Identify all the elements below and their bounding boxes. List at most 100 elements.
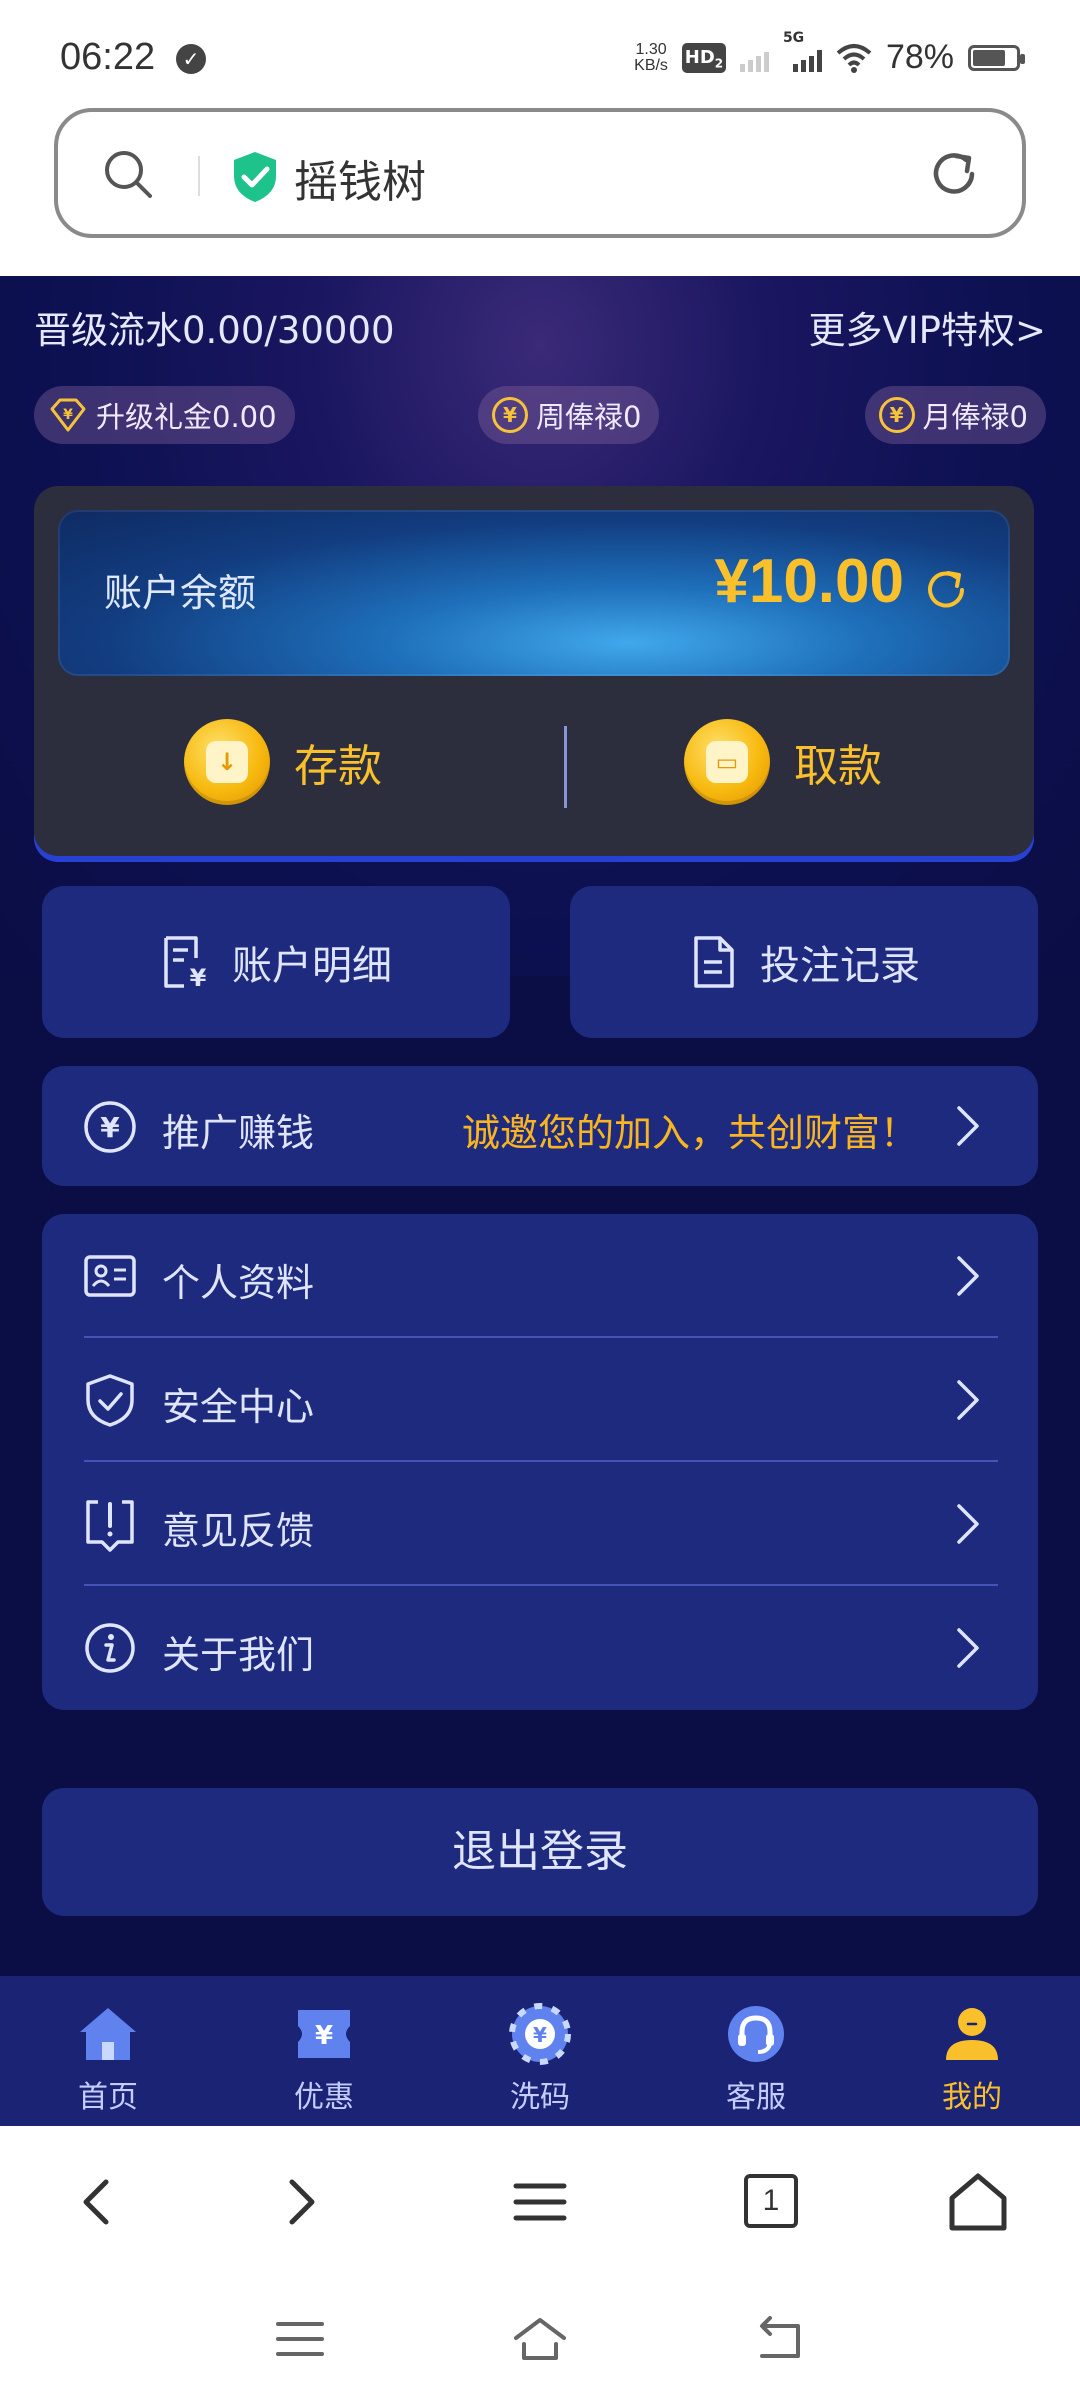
address-bar[interactable]: 摇钱树 — [54, 108, 1026, 238]
user-icon — [946, 2008, 998, 2060]
menu-item-label: 关于我们 — [162, 1633, 315, 1677]
chip-icon: ¥ — [509, 2003, 571, 2065]
yen-circle-icon: ¥ — [84, 1101, 136, 1153]
menu-item-label: 意见反馈 — [162, 1509, 315, 1553]
network-speed: 1.30 KB/s — [634, 40, 668, 74]
promote-earn-label: 推广赚钱 — [162, 1111, 315, 1155]
yen-coin-icon: ¥ — [492, 397, 528, 433]
hd-sub-label: 2 — [714, 56, 724, 71]
account-detail-button[interactable]: ¥ 账户明细 — [42, 886, 510, 1038]
tab-customer-service[interactable]: 客服 — [648, 1976, 864, 2126]
tab-home[interactable]: 首页 — [0, 1976, 216, 2126]
recent-apps-icon[interactable] — [272, 2314, 328, 2364]
settings-menu: 个人资料 安全中心 意见反馈 关于我们 — [42, 1214, 1038, 1710]
tab-rebate[interactable]: ¥ 洗码 — [432, 1976, 648, 2126]
menu-item-about[interactable]: 关于我们 — [42, 1586, 1038, 1710]
hd-voice-icon: HD2 — [681, 42, 726, 73]
balance-amount: ¥10.00 — [714, 547, 904, 616]
network-speed-unit: KB/s — [634, 56, 668, 74]
document-icon — [694, 936, 734, 988]
battery-icon — [968, 44, 1025, 71]
tab-label: 洗码 — [510, 2080, 570, 2115]
tab-label: 客服 — [726, 2080, 786, 2115]
menu-item-feedback[interactable]: 意见反馈 — [42, 1462, 1038, 1586]
wallet-divider — [564, 726, 567, 808]
browser-toolbar: 1 — [0, 2126, 1080, 2276]
promote-earn-row[interactable]: ¥ 推广赚钱 诚邀您的加入，共创财富！ — [42, 1066, 1038, 1186]
tab-label: 我的 — [942, 2080, 1002, 2115]
system-navigation-bar — [0, 2276, 1080, 2400]
withdraw-button[interactable]: ▭ 取款 — [684, 712, 882, 812]
vip-progress-text: 晋级流水0.00/30000 — [34, 309, 395, 352]
menu-item-label: 安全中心 — [162, 1385, 315, 1429]
info-icon — [85, 1623, 135, 1673]
chevron-right-icon — [957, 1380, 979, 1420]
tab-label: 优惠 — [294, 2080, 354, 2115]
svg-text:¥: ¥ — [100, 1111, 120, 1144]
svg-text:¥: ¥ — [533, 2023, 547, 2047]
deposit-button[interactable]: ↓ 存款 — [184, 712, 382, 812]
site-title[interactable]: 摇钱树 — [294, 146, 426, 210]
deposit-label: 存款 — [294, 741, 382, 792]
system-home-icon[interactable] — [512, 2314, 568, 2364]
hd-label: HD — [684, 46, 715, 68]
home-outline-icon[interactable] — [946, 2170, 1010, 2234]
status-indicators: 1.30 KB/s HD2 5G 78% — [634, 30, 1025, 77]
withdraw-label: 取款 — [794, 741, 882, 792]
perk-weekly-salary: ¥ 周俸禄0 — [478, 386, 660, 444]
address-divider — [198, 156, 200, 196]
status-bar: 06:22 ✓ 1.30 KB/s HD2 5G 78% — [0, 0, 1080, 100]
deposit-icon: ↓ — [184, 719, 270, 805]
shield-check-icon — [86, 1374, 134, 1427]
perk-label: 周俸禄0 — [536, 400, 642, 434]
coupon-icon: ¥ — [298, 2010, 350, 2058]
back-arrow-icon[interactable] — [66, 2170, 130, 2234]
yen-coin-icon: ¥ — [878, 397, 915, 433]
battery-percent: 78% — [885, 38, 954, 76]
tab-promotions[interactable]: ¥ 优惠 — [216, 1976, 432, 2126]
tabs-count-button[interactable]: 1 — [744, 2174, 798, 2228]
more-vip-link[interactable]: 更多VIP特权> — [808, 300, 1046, 354]
network-speed-value: 1.30 — [635, 40, 667, 58]
chevron-right-icon — [957, 1256, 979, 1296]
forward-arrow-icon[interactable] — [268, 2170, 332, 2234]
menu-item-security[interactable]: 安全中心 — [42, 1338, 1038, 1462]
search-icon[interactable] — [102, 148, 154, 200]
menu-icon[interactable] — [508, 2170, 572, 2234]
perk-upgrade-bonus: ¥ 升级礼金0.00 — [34, 386, 295, 444]
wallet-card: 账户余额 ¥10.00 ↓ 存款 ▭ 取款 — [34, 486, 1034, 856]
id-card-icon — [84, 1255, 136, 1297]
promote-slogan: 诚邀您的加入，共创财富！ — [461, 1111, 918, 1155]
chevron-right-icon — [957, 1106, 979, 1146]
app-tab-bar: 首页 ¥ 优惠 ¥ 洗码 客服 我的 — [0, 1976, 1080, 2126]
refresh-icon[interactable] — [926, 146, 982, 202]
status-time: 06:22 — [60, 36, 156, 78]
balance-card: 账户余额 ¥10.00 — [58, 510, 1010, 676]
home-icon — [80, 2008, 136, 2060]
system-back-icon[interactable] — [752, 2314, 808, 2364]
withdraw-card-icon: ▭ — [684, 719, 770, 805]
svg-text:¥: ¥ — [63, 407, 73, 423]
svg-text:¥: ¥ — [315, 2021, 333, 2051]
account-detail-label: 账户明细 — [232, 943, 392, 989]
perk-label: 月俸禄0 — [922, 400, 1028, 434]
perk-label: 升级礼金0.00 — [96, 400, 277, 434]
secure-shield-icon — [234, 152, 276, 202]
svg-text:¥: ¥ — [190, 964, 207, 990]
network-type-label: 5G — [782, 29, 805, 46]
menu-item-profile[interactable]: 个人资料 — [42, 1214, 1038, 1338]
menu-item-label: 个人资料 — [162, 1261, 315, 1305]
bet-records-label: 投注记录 — [760, 943, 920, 989]
headset-icon — [728, 2006, 784, 2062]
signal-5g-icon: 5G — [783, 30, 822, 72]
diamond-yen-icon: ¥ — [50, 398, 86, 432]
refresh-balance-icon[interactable] — [918, 562, 974, 618]
feedback-icon — [86, 1500, 134, 1552]
chevron-right-icon — [957, 1504, 979, 1544]
verified-check-icon: ✓ — [176, 44, 206, 74]
bet-records-button[interactable]: 投注记录 — [570, 886, 1038, 1038]
logout-button[interactable]: 退出登录 — [42, 1788, 1038, 1916]
tab-profile[interactable]: 我的 — [864, 1976, 1080, 2126]
balance-label: 账户余额 — [104, 571, 257, 615]
bill-yen-icon: ¥ — [164, 936, 207, 990]
